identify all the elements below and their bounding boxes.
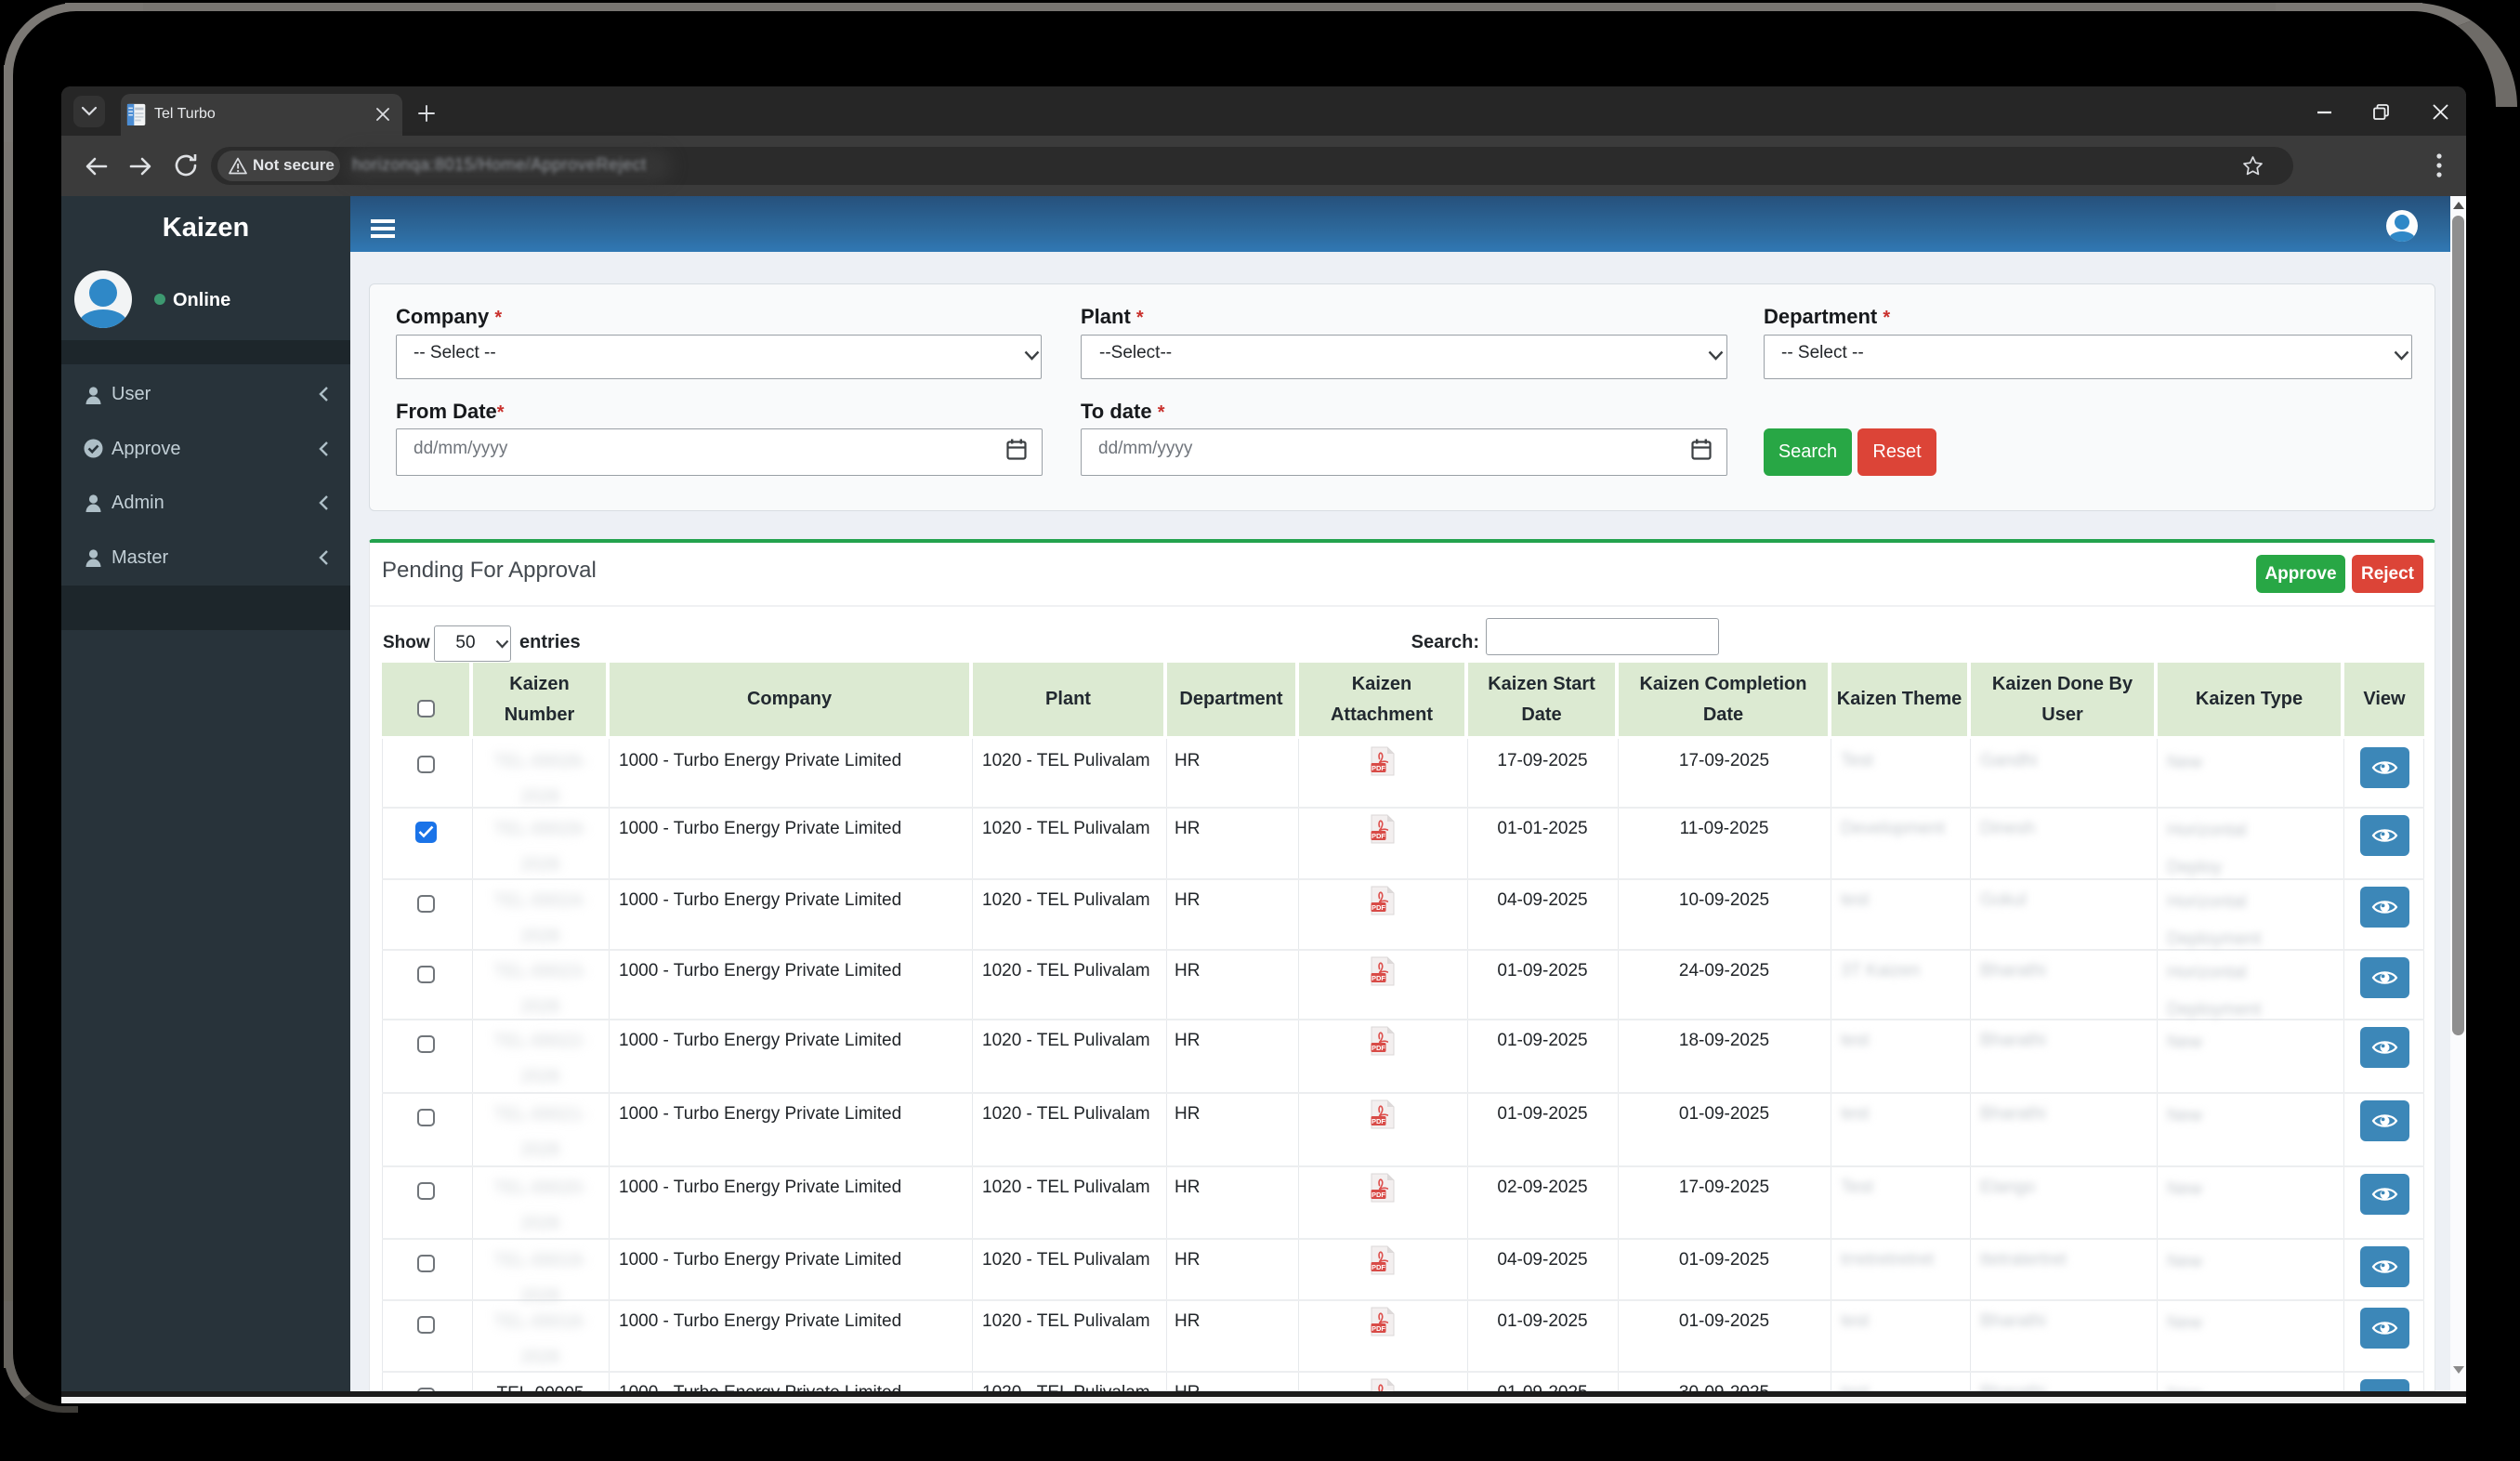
- svg-text:PDF: PDF: [1372, 1324, 1385, 1333]
- svg-text:PDF: PDF: [1372, 1263, 1385, 1271]
- svg-text:PDF: PDF: [1372, 974, 1385, 982]
- svg-text:PDF: PDF: [1372, 764, 1385, 772]
- svg-text:PDF: PDF: [1372, 1117, 1385, 1125]
- svg-text:PDF: PDF: [1372, 1191, 1385, 1199]
- svg-text:PDF: PDF: [1372, 903, 1385, 912]
- svg-text:PDF: PDF: [1372, 832, 1385, 840]
- svg-text:PDF: PDF: [1372, 1044, 1385, 1052]
